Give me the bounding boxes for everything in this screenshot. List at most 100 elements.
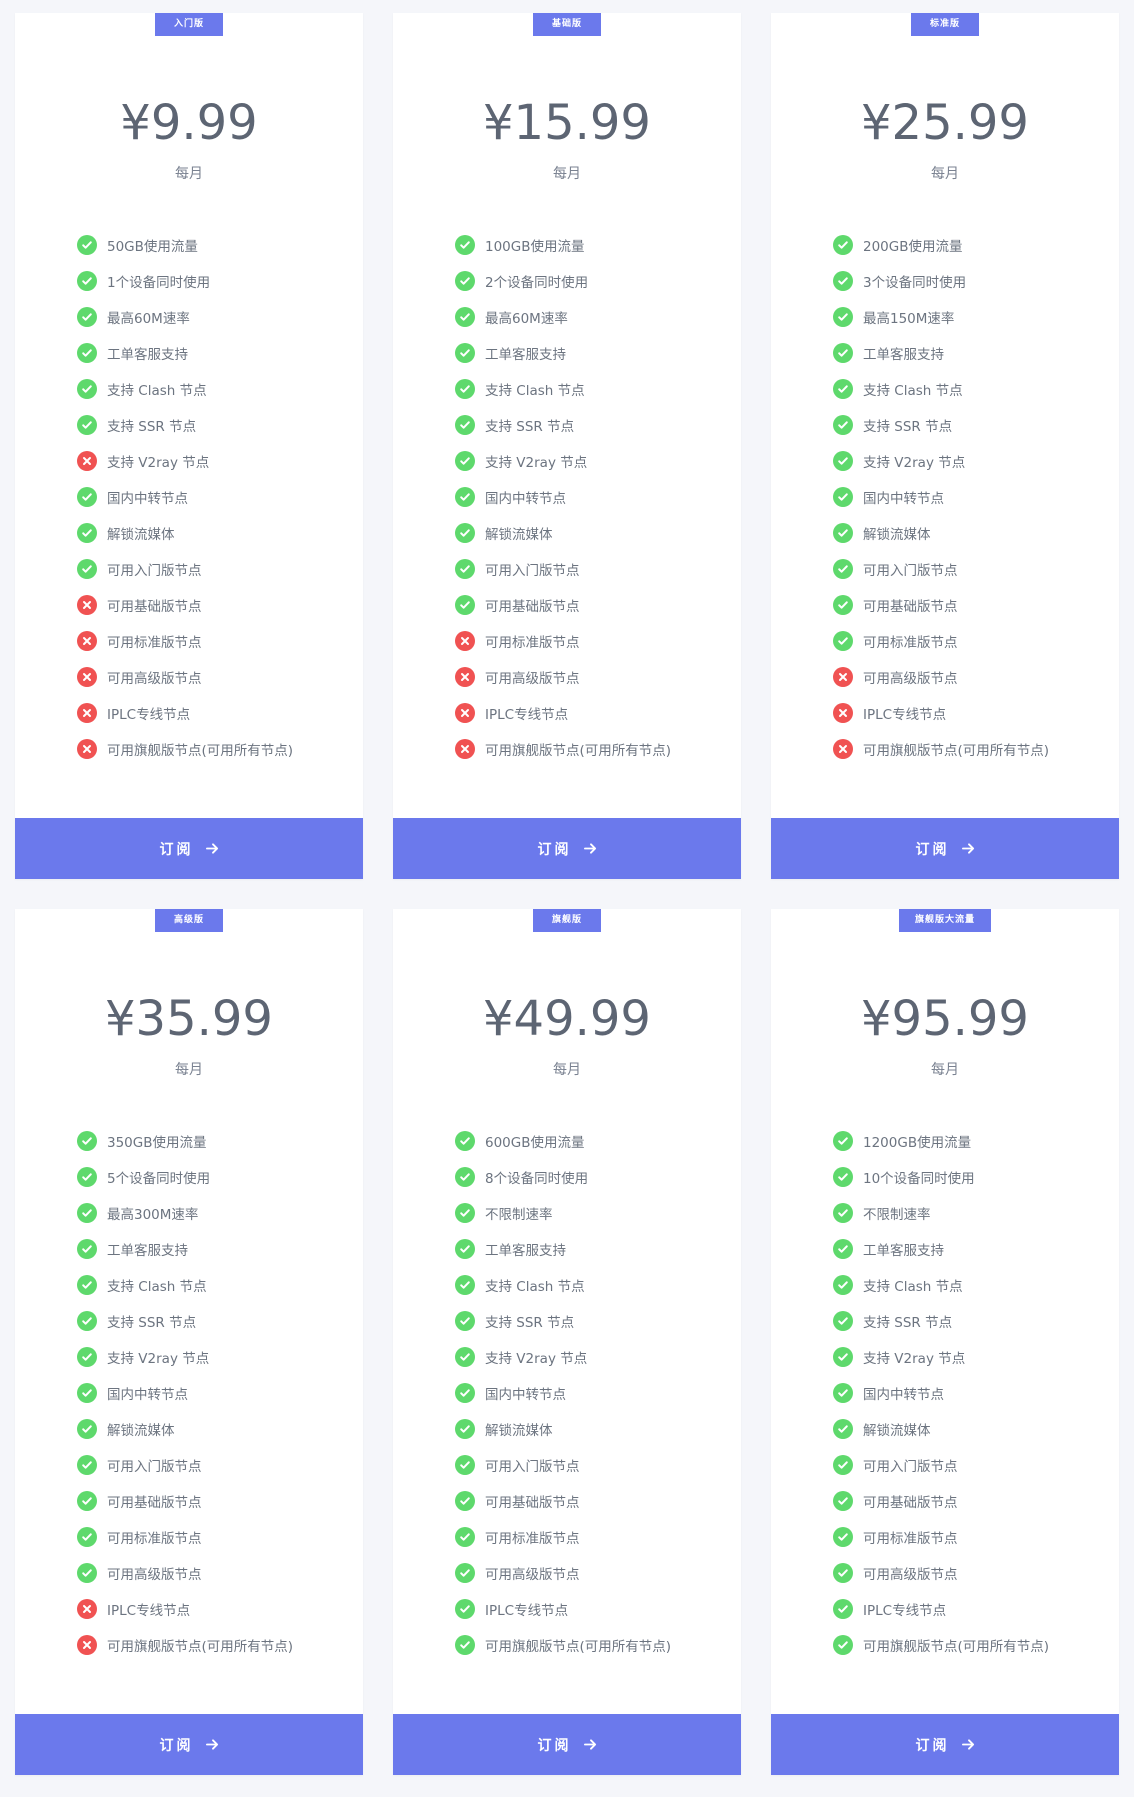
feature-text: 最高150M速率 xyxy=(863,311,955,327)
check-icon xyxy=(455,1275,475,1295)
feature-item: 解锁流媒体 xyxy=(77,515,293,551)
plan-price: ¥95.99 xyxy=(861,991,1029,1047)
feature-item: 可用高级版节点 xyxy=(77,1555,293,1591)
feature-text: 可用标准版节点 xyxy=(863,1531,958,1547)
feature-item: 可用旗舰版节点(可用所有节点) xyxy=(833,731,1049,767)
feature-item: 支持 V2ray 节点 xyxy=(77,443,293,479)
cross-icon xyxy=(77,1635,97,1655)
feature-list: 350GB使用流量 5个设备同时使用 最高300M速率 工单客服支持 支持 Clash … xyxy=(77,1123,293,1663)
arrow-right-icon xyxy=(961,1738,975,1751)
feature-text: 国内中转节点 xyxy=(863,491,944,507)
feature-text: 支持 SSR 节点 xyxy=(863,1315,953,1331)
feature-text: IPLC专线节点 xyxy=(863,1603,947,1619)
feature-text: 支持 V2ray 节点 xyxy=(863,1351,966,1367)
feature-item: IPLC专线节点 xyxy=(455,695,671,731)
feature-text: 支持 SSR 节点 xyxy=(107,419,197,435)
plan-period: 每月 xyxy=(931,1062,959,1078)
feature-text: 工单客服支持 xyxy=(863,1243,944,1259)
feature-item: 最高150M速率 xyxy=(833,299,1049,335)
feature-item: IPLC专线节点 xyxy=(833,1591,1049,1627)
feature-item: 可用入门版节点 xyxy=(77,1447,293,1483)
check-icon xyxy=(77,487,97,507)
feature-text: 解锁流媒体 xyxy=(485,1423,553,1439)
pricing-grid: 入门版 ¥9.99 每月 50GB使用流量 1个设备同时使用 最高60M速率 工单客服… xyxy=(15,13,1119,1775)
check-icon xyxy=(455,1419,475,1439)
cross-icon xyxy=(77,667,97,687)
check-icon xyxy=(833,1203,853,1223)
feature-text: 工单客服支持 xyxy=(863,347,944,363)
feature-item: 国内中转节点 xyxy=(833,1375,1049,1411)
check-icon xyxy=(77,1131,97,1151)
cross-icon xyxy=(77,703,97,723)
feature-text: 支持 SSR 节点 xyxy=(485,1315,575,1331)
feature-item: 可用基础版节点 xyxy=(833,587,1049,623)
check-icon xyxy=(77,1347,97,1367)
arrow-right-icon xyxy=(583,842,597,855)
feature-item: 可用标准版节点 xyxy=(77,1519,293,1555)
subscribe-label: 订阅 xyxy=(537,1737,572,1754)
feature-item: 工单客服支持 xyxy=(833,335,1049,371)
feature-text: 支持 V2ray 节点 xyxy=(107,1351,210,1367)
feature-item: 可用高级版节点 xyxy=(833,659,1049,695)
plan-badge: 高级版 xyxy=(155,909,223,932)
check-icon xyxy=(833,379,853,399)
feature-text: 600GB使用流量 xyxy=(485,1135,585,1151)
feature-item: 350GB使用流量 xyxy=(77,1123,293,1159)
feature-item: 可用标准版节点 xyxy=(77,623,293,659)
check-icon xyxy=(77,1203,97,1223)
feature-item: IPLC专线节点 xyxy=(455,1591,671,1627)
cross-icon xyxy=(77,739,97,759)
feature-list: 200GB使用流量 3个设备同时使用 最高150M速率 工单客服支持 支持 Clash … xyxy=(833,227,1049,767)
check-icon xyxy=(455,1347,475,1367)
feature-text: 可用基础版节点 xyxy=(863,1495,958,1511)
plan-badge: 旗舰版 xyxy=(533,909,601,932)
feature-text: 解锁流媒体 xyxy=(107,527,175,543)
check-icon xyxy=(455,379,475,399)
plan-card: 入门版 ¥9.99 每月 50GB使用流量 1个设备同时使用 最高60M速率 工单客服… xyxy=(15,13,363,879)
feature-text: 支持 SSR 节点 xyxy=(863,419,953,435)
subscribe-button[interactable]: 订阅 xyxy=(15,1714,363,1775)
check-icon xyxy=(833,451,853,471)
feature-text: 工单客服支持 xyxy=(107,1243,188,1259)
feature-text: 可用高级版节点 xyxy=(107,671,202,687)
feature-item: 1200GB使用流量 xyxy=(833,1123,1049,1159)
feature-text: 可用高级版节点 xyxy=(863,1567,958,1583)
check-icon xyxy=(833,1347,853,1367)
plan-period: 每月 xyxy=(175,166,203,182)
feature-text: 解锁流媒体 xyxy=(863,1423,931,1439)
plan-badge: 基础版 xyxy=(533,13,601,36)
subscribe-button[interactable]: 订阅 xyxy=(393,818,741,879)
feature-text: 国内中转节点 xyxy=(107,1387,188,1403)
feature-text: 5个设备同时使用 xyxy=(107,1171,211,1187)
check-icon xyxy=(455,1527,475,1547)
feature-text: 工单客服支持 xyxy=(485,1243,566,1259)
feature-item: 不限制速率 xyxy=(455,1195,671,1231)
feature-item: 支持 SSR 节点 xyxy=(77,1303,293,1339)
feature-text: 10个设备同时使用 xyxy=(863,1171,975,1187)
feature-text: 支持 V2ray 节点 xyxy=(485,1351,588,1367)
subscribe-label: 订阅 xyxy=(159,841,194,858)
feature-item: 可用入门版节点 xyxy=(833,551,1049,587)
check-icon xyxy=(833,1635,853,1655)
feature-item: 10个设备同时使用 xyxy=(833,1159,1049,1195)
feature-text: 支持 V2ray 节点 xyxy=(485,455,588,471)
check-icon xyxy=(455,307,475,327)
feature-item: 工单客服支持 xyxy=(77,1231,293,1267)
check-icon xyxy=(833,631,853,651)
check-icon xyxy=(455,1203,475,1223)
check-icon xyxy=(455,1491,475,1511)
subscribe-button[interactable]: 订阅 xyxy=(393,1714,741,1775)
feature-text: IPLC专线节点 xyxy=(107,1603,191,1619)
feature-item: 解锁流媒体 xyxy=(455,515,671,551)
subscribe-button[interactable]: 订阅 xyxy=(771,1714,1119,1775)
subscribe-button[interactable]: 订阅 xyxy=(15,818,363,879)
check-icon xyxy=(833,595,853,615)
cross-icon xyxy=(833,739,853,759)
feature-item: 解锁流媒体 xyxy=(77,1411,293,1447)
check-icon xyxy=(455,1131,475,1151)
cross-icon xyxy=(455,667,475,687)
subscribe-button[interactable]: 订阅 xyxy=(771,818,1119,879)
check-icon xyxy=(77,343,97,363)
feature-text: 支持 Clash 节点 xyxy=(863,1279,963,1295)
check-icon xyxy=(833,559,853,579)
